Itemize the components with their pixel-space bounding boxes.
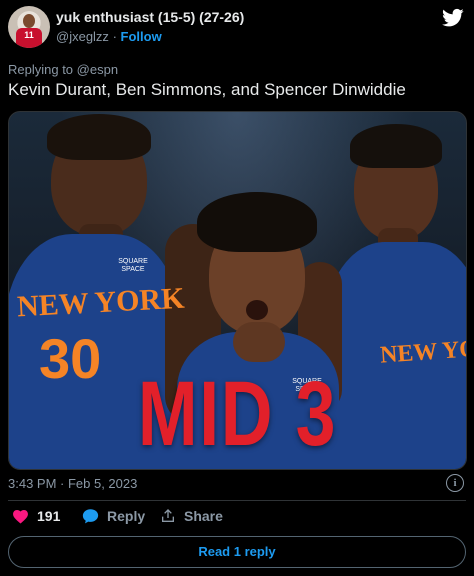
share-label: Share (184, 508, 223, 524)
avatar-head (23, 14, 35, 28)
avatar-jersey-number: 11 (24, 30, 34, 40)
replying-target[interactable]: @espn (77, 62, 118, 77)
share-icon (162, 509, 174, 522)
replying-to: Replying to @espn (8, 62, 118, 77)
player-right-hair (350, 124, 442, 168)
avatar-jersey: 11 (16, 28, 42, 48)
overlay-text: MID 3 (137, 363, 338, 465)
player-center-neck (233, 322, 285, 362)
follow-button[interactable]: Follow (121, 29, 162, 44)
author-display-name[interactable]: yuk enthusiast (15-5) (27-26) (56, 9, 244, 25)
author-handle[interactable]: @jxeglzz (56, 29, 109, 44)
reply-label: Reply (107, 508, 146, 524)
sponsor-line2: SPACE (121, 266, 145, 273)
sponsor-line1: SQUARE (118, 258, 148, 265)
reply-bubble-icon (82, 509, 99, 524)
read-replies-button[interactable]: Read 1 reply (8, 536, 466, 568)
tweet-card: 11 yuk enthusiast (15-5) (27-26) @jxeglz… (0, 0, 474, 576)
like-button[interactable]: 191 (12, 508, 60, 524)
player-left-hair (47, 114, 151, 160)
player-center-hair (197, 192, 317, 252)
tweet-image[interactable]: SQUARE SPACE NEW YORK 30 NEW YORK SQUARE… (8, 111, 467, 470)
avatar[interactable]: 11 (8, 6, 50, 48)
timestamp[interactable]: 3:43 PM · Feb 5, 2023 (8, 476, 137, 491)
reply-button[interactable]: Reply (82, 508, 145, 524)
info-icon[interactable]: i (446, 474, 464, 492)
author-handle-row: @jxeglzz · Follow (56, 29, 162, 44)
tweet-text: Kevin Durant, Ben Simmons, and Spencer D… (8, 80, 406, 99)
divider-top (8, 500, 466, 501)
handle-separator: · (112, 29, 117, 44)
player-center-mouth (246, 300, 268, 320)
share-button[interactable]: Share (160, 508, 223, 524)
replying-prefix: Replying to (8, 62, 74, 77)
like-count: 191 (37, 508, 61, 524)
heart-icon (13, 510, 28, 524)
twitter-bird-icon[interactable] (442, 8, 464, 28)
player-left-sponsor: SQUARE SPACE (113, 258, 153, 274)
